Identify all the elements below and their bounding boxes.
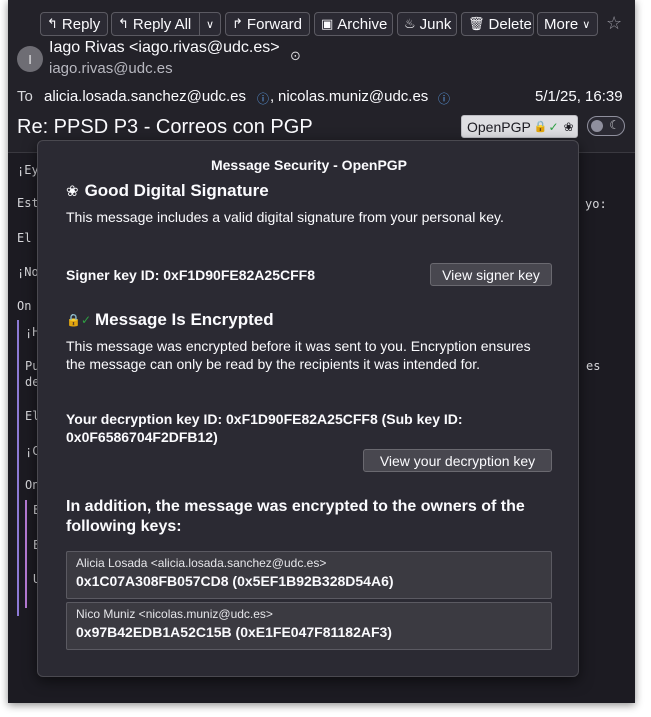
check-icon: ✓: [80, 313, 92, 327]
seal-icon: ❀: [563, 119, 574, 134]
recipient-key-id: 0x1C07A308FB057CD8 (0x5EF1B92B328D54A6): [76, 573, 394, 589]
recipient-key-name: Nico Muniz <nicolas.muniz@udc.es>: [76, 607, 273, 621]
address-book-icon[interactable]: ⊙: [290, 48, 301, 64]
sender-email: iago.rivas@udc.es: [49, 60, 173, 77]
forward-label: Forward: [246, 15, 302, 33]
reply-button[interactable]: ↰ Reply: [40, 12, 108, 36]
message-header: ↰ Reply ↰ Reply All ∨ ↱ Forward ▣ Archiv…: [8, 0, 635, 152]
trash-icon: 🗑: [468, 16, 485, 31]
archive-label: Archive: [337, 15, 388, 33]
forward-button[interactable]: ↱ Forward: [225, 12, 310, 36]
message-security-popup: Message Security - OpenPGP ❀ Good Digita…: [37, 140, 579, 677]
archive-icon: ▣: [321, 16, 334, 31]
view-decryption-key-button[interactable]: View your decryption key: [363, 449, 552, 472]
reply-all-icon: ↰: [118, 16, 129, 31]
junk-label: Junk: [419, 15, 452, 33]
junk-icon: ♨: [404, 16, 416, 31]
moon-icon: ☾: [609, 118, 620, 132]
signature-description: This message includes a valid digital si…: [66, 209, 504, 225]
recipient-1[interactable]: alicia.losada.sanchez@udc.es: [44, 88, 246, 105]
more-label: More: [544, 15, 579, 33]
star-icon[interactable]: ☆: [606, 13, 622, 34]
junk-button[interactable]: ♨ Junk: [397, 12, 457, 36]
delete-button[interactable]: 🗑 Delete: [461, 12, 534, 36]
reply-all-button[interactable]: ↰ Reply All ∨: [111, 12, 221, 36]
encryption-heading-text: Message Is Encrypted: [95, 310, 274, 329]
recipient-key-name: Alicia Losada <alicia.losada.sanchez@udc…: [76, 556, 327, 570]
archive-button[interactable]: ▣ Archive: [314, 12, 393, 36]
reply-all-label: Reply All: [132, 15, 192, 33]
popup-title: Message Security - OpenPGP: [210, 157, 408, 173]
encryption-description: This message was encrypted before it was…: [66, 338, 531, 372]
body-line: El: [17, 231, 32, 245]
body-fragment: yo:: [585, 197, 607, 211]
check-icon: ✓: [548, 119, 559, 134]
recipient-key-box[interactable]: Alicia Losada <alicia.losada.sanchez@udc…: [66, 551, 552, 599]
recipient-2[interactable]: nicolas.muniz@udc.es: [278, 88, 428, 105]
body-line: On: [17, 299, 32, 313]
chevron-down-icon[interactable]: ∨: [199, 13, 220, 35]
dark-mode-toggle[interactable]: ☾: [587, 116, 625, 136]
signer-key-id: Signer key ID: 0xF1D90FE82A25CFF8: [66, 267, 315, 283]
openpgp-label: OpenPGP: [467, 118, 531, 135]
openpgp-button[interactable]: OpenPGP 🔒 ✓ ❀: [461, 115, 578, 138]
recipient-key-id: 0x97B42EDB1A52C15B (0xE1FE047F81182AF3): [76, 624, 392, 640]
sender-name[interactable]: Iago Rivas <iago.rivas@udc.es>: [49, 39, 280, 57]
lock-icon: 🔒: [66, 313, 81, 327]
signature-heading: ❀ Good Digital Signature: [66, 181, 269, 201]
seal-icon: ❀: [66, 183, 79, 200]
message-date: 5/1/25, 16:39: [535, 88, 623, 105]
more-button[interactable]: More ∨: [537, 12, 598, 36]
avatar: I: [17, 46, 43, 72]
lock-icon: 🔒: [533, 121, 548, 133]
recipient-separator: ,: [270, 88, 275, 105]
body-line: ¡Ey: [17, 163, 39, 177]
reply-icon: ↰: [47, 16, 58, 31]
message-window: ↰ Reply ↰ Reply All ∨ ↱ Forward ▣ Archiv…: [8, 0, 635, 703]
view-signer-key-button[interactable]: View signer key: [430, 263, 552, 286]
additional-recipients-heading: In addition, the message was encrypted t…: [66, 498, 525, 535]
delete-label: Delete: [488, 15, 532, 33]
decryption-key-id: Your decryption key ID: 0xF1D90FE82A25CF…: [66, 411, 463, 445]
reply-label: Reply: [61, 15, 101, 33]
encryption-heading: 🔒 ✓ Message Is Encrypted: [66, 310, 274, 330]
recipient-key-box[interactable]: Nico Muniz <nicolas.muniz@udc.es> 0x97B4…: [66, 602, 552, 650]
message-subject: Re: PPSD P3 - Correos con PGP: [17, 116, 313, 138]
contact-icon[interactable]: ⓘ: [438, 90, 450, 107]
body-line: Est: [17, 196, 39, 210]
quote-bar: [17, 320, 19, 616]
toggle-knob: [591, 120, 603, 132]
contact-icon[interactable]: ⓘ: [257, 90, 269, 107]
to-label: To: [17, 88, 33, 105]
quote-bar-nested: [25, 500, 27, 608]
forward-icon: ↱: [232, 16, 243, 31]
signature-heading-text: Good Digital Signature: [84, 181, 269, 200]
body-line: ¡No: [17, 265, 39, 279]
chevron-down-icon: ∨: [582, 18, 591, 31]
body-fragment: es: [586, 359, 601, 373]
